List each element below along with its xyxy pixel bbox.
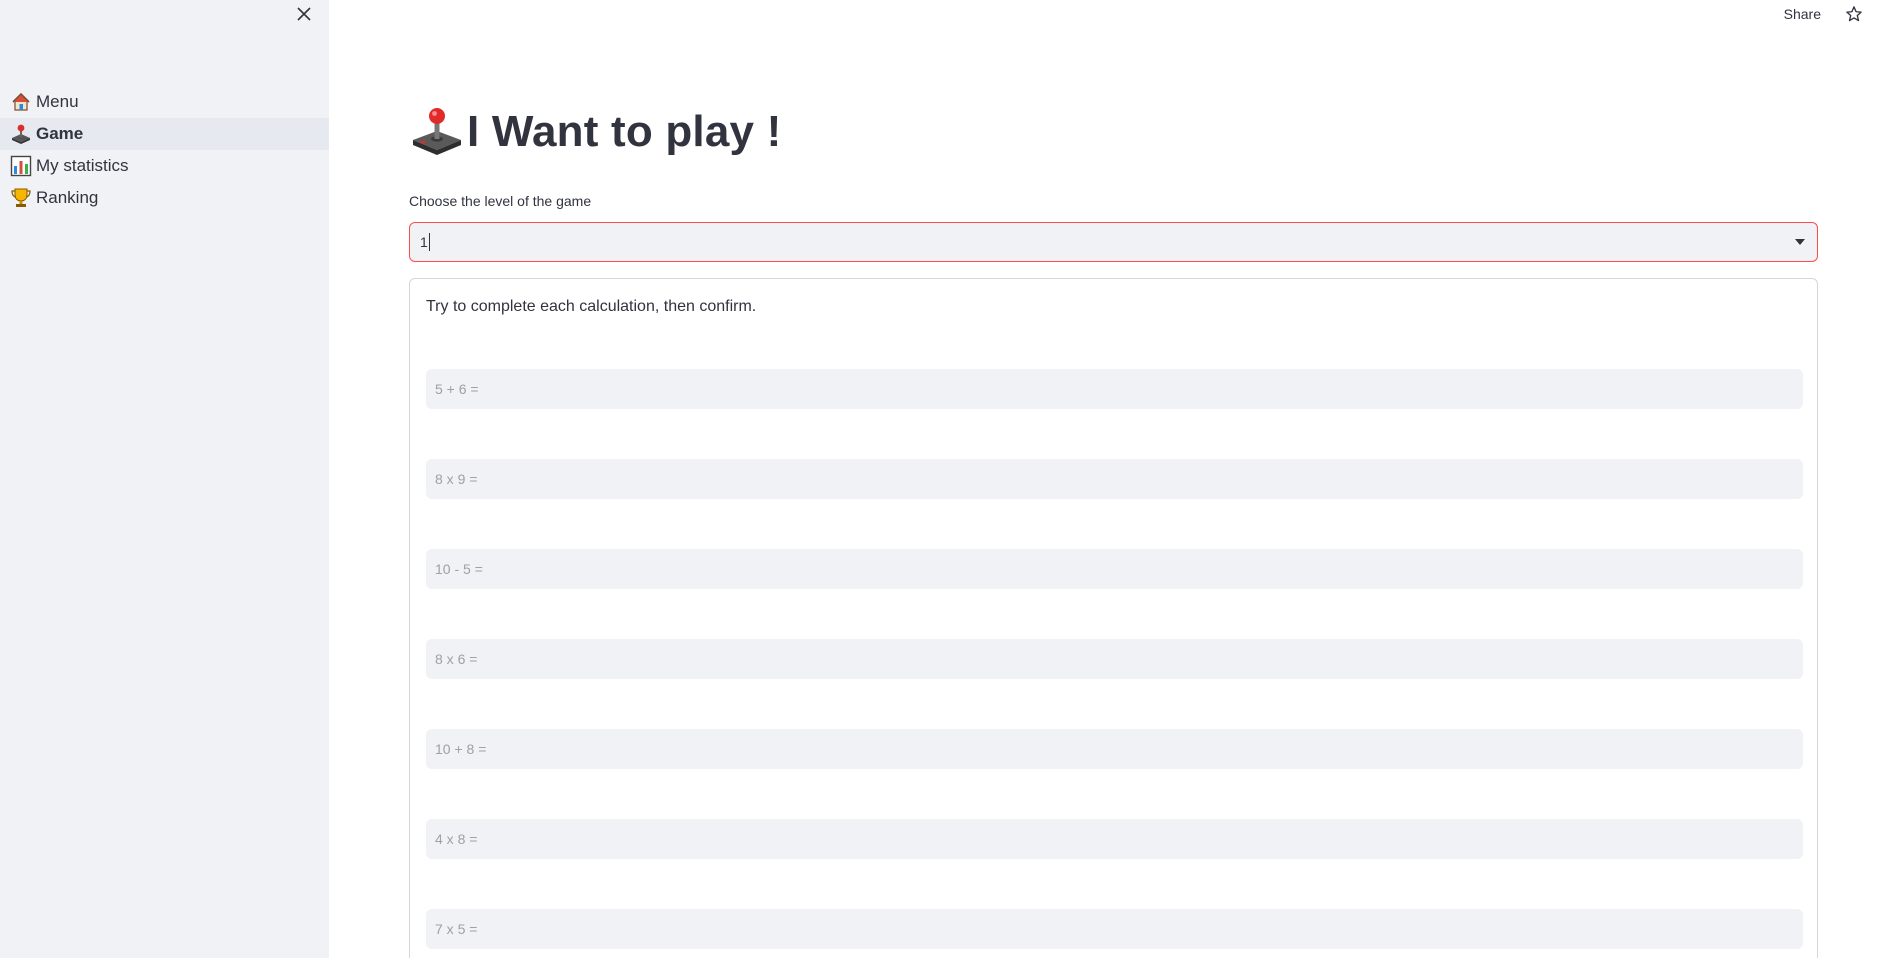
text-caret bbox=[428, 233, 430, 251]
sidebar-item-label: Game bbox=[36, 124, 84, 143]
calculation-input[interactable] bbox=[426, 729, 1803, 769]
page-title: I Want to play ! bbox=[467, 107, 782, 156]
calculation-input[interactable] bbox=[426, 639, 1803, 679]
app: Menu Game My statistics Ranking Share I … bbox=[0, 0, 1879, 958]
sidebar-item-menu[interactable]: Menu bbox=[0, 86, 329, 118]
calculation-input[interactable] bbox=[426, 549, 1803, 589]
level-select[interactable]: 1 bbox=[409, 222, 1818, 262]
sidebar-item-ranking[interactable]: Ranking bbox=[0, 182, 329, 214]
sidebar: Menu Game My statistics Ranking bbox=[0, 0, 329, 958]
close-sidebar-button[interactable] bbox=[291, 1, 317, 27]
sidebar-item-label: Menu bbox=[36, 92, 79, 111]
joystick-icon bbox=[9, 122, 33, 146]
page-title-row: I Want to play ! bbox=[409, 104, 781, 160]
sidebar-item-my-statistics[interactable]: My statistics bbox=[0, 150, 329, 182]
joystick-icon bbox=[413, 108, 461, 155]
sidebar-item-label: Ranking bbox=[36, 188, 99, 207]
calculation-form: Try to complete each calculation, then c… bbox=[409, 278, 1818, 958]
calculation-input[interactable] bbox=[426, 819, 1803, 859]
chevron-down-icon bbox=[1793, 235, 1807, 249]
house-icon bbox=[9, 90, 33, 114]
bar-chart-icon bbox=[9, 154, 33, 178]
sidebar-item-game[interactable]: Game bbox=[0, 118, 329, 150]
sidebar-nav: Menu Game My statistics Ranking bbox=[0, 86, 329, 214]
close-icon bbox=[297, 7, 311, 21]
trophy-icon bbox=[9, 186, 33, 210]
calculation-input[interactable] bbox=[426, 909, 1803, 949]
level-select-value: 1 bbox=[420, 234, 428, 250]
level-select-label: Choose the level of the game bbox=[409, 193, 592, 209]
calculation-input[interactable] bbox=[426, 369, 1803, 409]
top-toolbar: Share bbox=[1784, 0, 1879, 28]
star-icon bbox=[1846, 6, 1862, 22]
sidebar-item-label: My statistics bbox=[36, 156, 129, 175]
star-button[interactable] bbox=[1843, 3, 1865, 25]
share-button[interactable]: Share bbox=[1784, 6, 1821, 22]
form-instructions: Try to complete each calculation, then c… bbox=[426, 298, 757, 315]
calculation-input[interactable] bbox=[426, 459, 1803, 499]
